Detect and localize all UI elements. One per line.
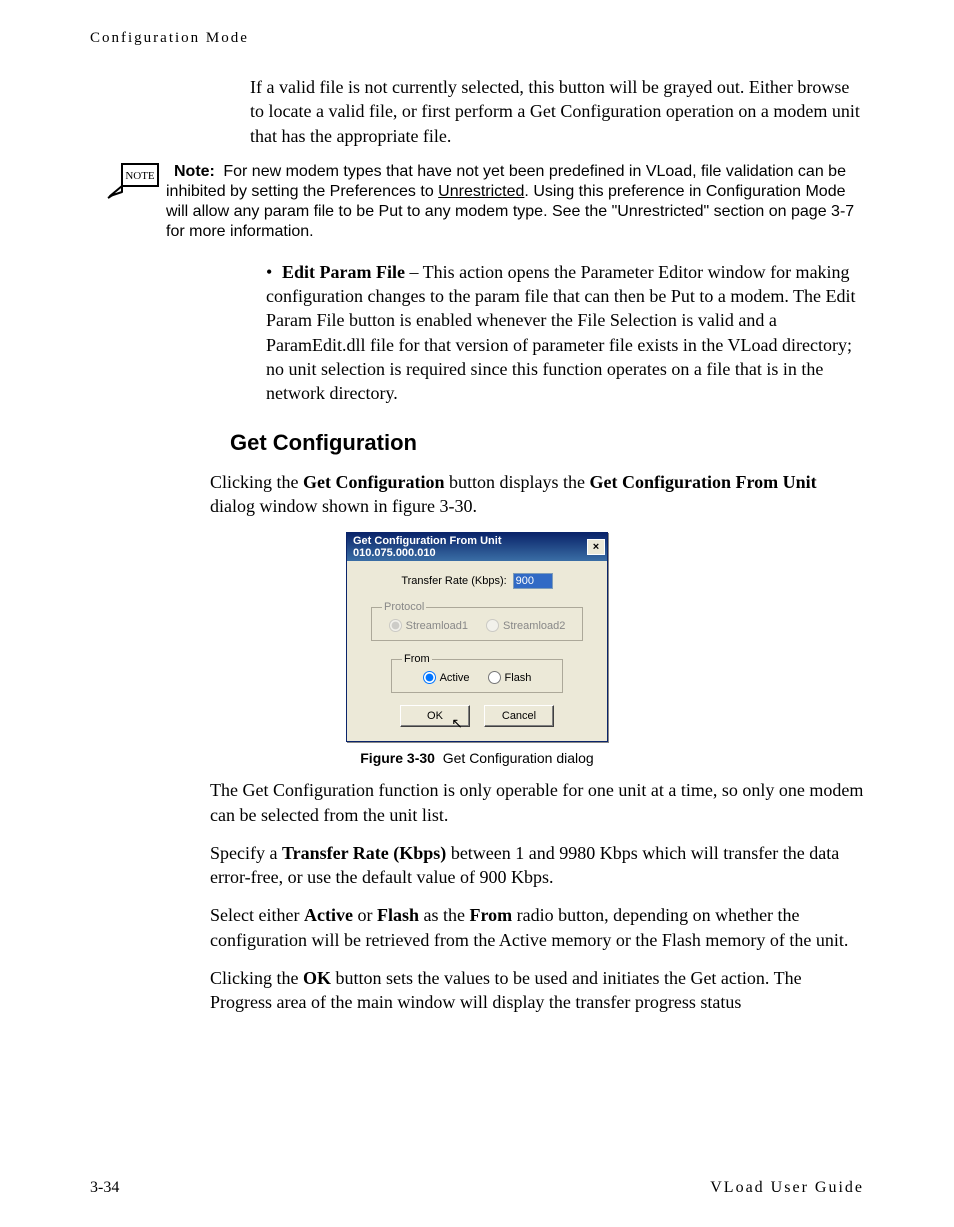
radio-streamload1-input[interactable]: [389, 619, 402, 632]
bullet-rest: – This action opens the Parameter Editor…: [266, 262, 856, 403]
page-footer: 3-34 VLoad User Guide: [90, 1179, 864, 1197]
figure-caption: Figure 3-30 Get Configuration dialog: [360, 750, 593, 766]
page-number: 3-34: [90, 1179, 119, 1197]
intro-paragraph: If a valid file is not currently selecte…: [250, 75, 864, 148]
note-block: NOTE Note: For new modem types that have…: [90, 162, 864, 242]
heading-get-configuration: Get Configuration: [230, 430, 864, 456]
note-icon: NOTE: [104, 162, 160, 202]
bullet-lead: Edit Param File: [282, 262, 405, 282]
cursor-icon: ↖: [451, 715, 463, 732]
transfer-rate-label: Transfer Rate (Kbps):: [401, 575, 506, 587]
note-icon-label: NOTE: [125, 170, 155, 182]
para-select-from: Select either Active or Flash as the Fro…: [210, 903, 864, 952]
para-one-unit: The Get Configuration function is only o…: [210, 778, 864, 827]
dialog-get-configuration: Get Configuration From Unit 010.075.000.…: [346, 532, 608, 742]
note-underlined-term: Unrestricted: [438, 183, 524, 200]
click-paragraph: Clicking the Get Configuration button di…: [210, 470, 864, 519]
radio-streamload2-input[interactable]: [486, 619, 499, 632]
radio-active[interactable]: Active: [423, 671, 470, 684]
cancel-button[interactable]: Cancel: [484, 705, 554, 727]
radio-flash-input[interactable]: [488, 671, 501, 684]
figure-3-30: Get Configuration From Unit 010.075.000.…: [90, 532, 864, 766]
protocol-group: Protocol Streamload1 Streamload2: [371, 601, 583, 641]
radio-active-input[interactable]: [423, 671, 436, 684]
bullet-edit-param-file: •Edit Param File – This action opens the…: [266, 260, 864, 406]
dialog-titlebar: Get Configuration From Unit 010.075.000.…: [347, 533, 607, 561]
radio-flash[interactable]: Flash: [488, 671, 532, 684]
para-transfer-rate: Specify a Transfer Rate (Kbps) between 1…: [210, 841, 864, 890]
radio-streamload1[interactable]: Streamload1: [389, 619, 468, 632]
from-group: From Active Flash: [391, 653, 563, 693]
dialog-title-text: Get Configuration From Unit 010.075.000.…: [353, 535, 587, 559]
ok-button[interactable]: OK ↖: [400, 705, 470, 727]
doc-title: VLoad User Guide: [710, 1179, 864, 1197]
from-legend: From: [402, 653, 432, 665]
note-label: Note:: [166, 163, 219, 180]
close-icon[interactable]: ×: [587, 539, 605, 555]
running-header: Configuration Mode: [90, 30, 864, 47]
para-clicking-ok: Clicking the OK button sets the values t…: [210, 966, 864, 1015]
radio-streamload2[interactable]: Streamload2: [486, 619, 565, 632]
transfer-rate-input[interactable]: [513, 573, 553, 589]
protocol-legend: Protocol: [382, 601, 426, 613]
